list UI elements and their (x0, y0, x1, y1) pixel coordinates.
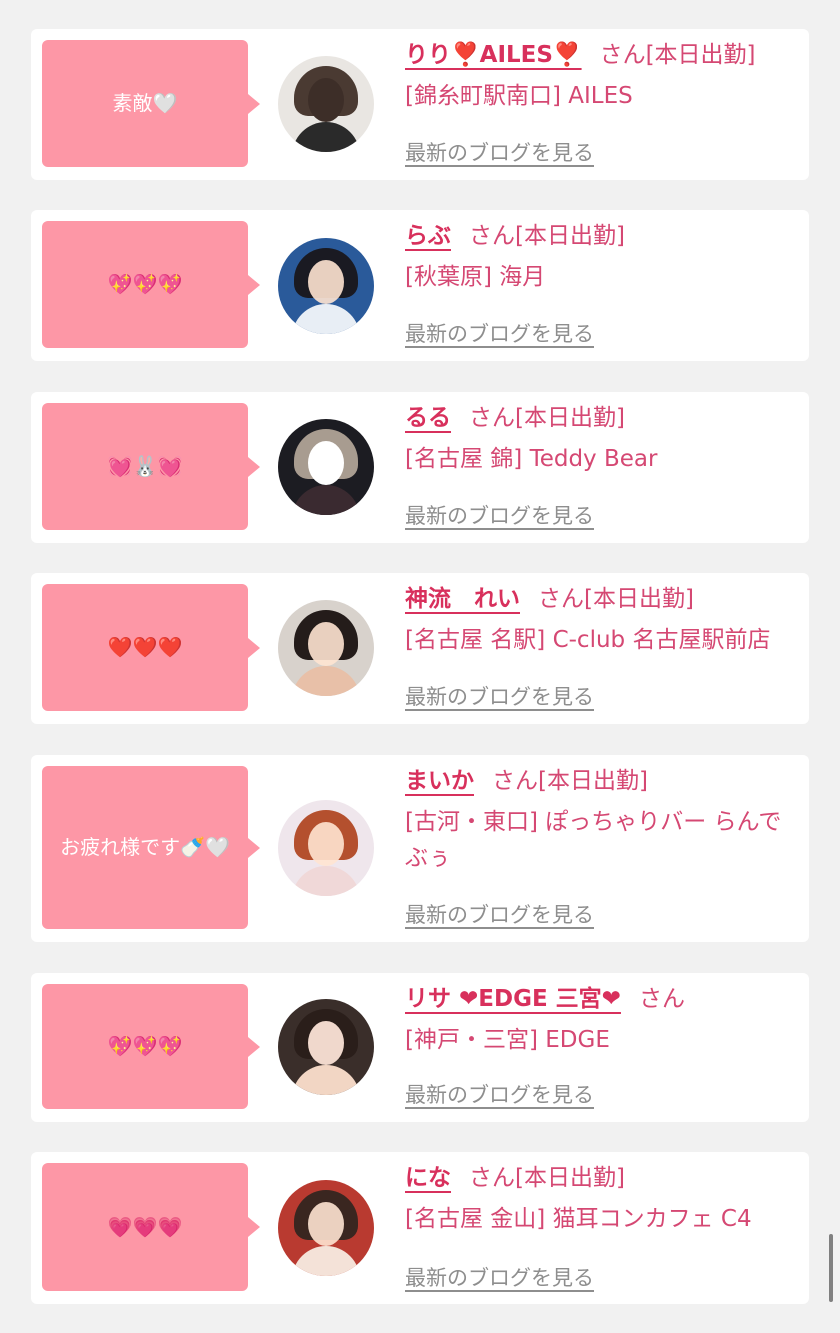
avatar[interactable] (278, 1180, 374, 1276)
cast-card: 素敵🤍 りり❣️AILES❣️ さん[本日出勤] [錦糸町駅南口] AILES 最… (31, 29, 809, 180)
message-bubble: 💗💗💗 (42, 1163, 260, 1291)
blog-link[interactable]: 最新のブログを見る (405, 1079, 594, 1109)
avatar[interactable] (278, 419, 374, 515)
shop-name: [神戸・三宮] EDGE (405, 1027, 610, 1053)
avatar[interactable] (278, 56, 374, 152)
honorific: さん (469, 405, 515, 431)
status-badge: [本日出勤] (515, 405, 625, 431)
cast-card: お疲れ様です🍼🤍 まいか さん[本日出勤] [古河・東口] ぽっちゃりバー らんで… (31, 755, 809, 942)
honorific: さん (538, 586, 584, 612)
message-bubble: ❤️❤️❤️ (42, 584, 260, 711)
blog-link[interactable]: 最新のブログを見る (405, 318, 594, 348)
cast-name-link[interactable]: 神流 れい (405, 586, 520, 612)
message-bubble: お疲れ様です🍼🤍 (42, 766, 260, 929)
shop-name: [古河・東口] ぽっちゃりバー らんでぶぅ (405, 809, 782, 871)
shop-name: [名古屋 金山] 猫耳コンカフェ C4 (405, 1206, 752, 1232)
blog-link[interactable]: 最新のブログを見る (405, 137, 594, 167)
cast-name-link[interactable]: るる (405, 405, 451, 431)
avatar[interactable] (278, 999, 374, 1095)
blog-link[interactable]: 最新のブログを見る (405, 681, 594, 711)
cast-card: 💖💖💖 リサ ❤EDGE 三宮❤ さん [神戸・三宮] EDGE 最新のブログを見… (31, 973, 809, 1122)
shop-name: [錦糸町駅南口] AILES (405, 83, 633, 109)
message-bubble: 💖💖💖 (42, 221, 260, 348)
scrollbar[interactable] (829, 1234, 833, 1302)
status-badge: [本日出勤] (538, 768, 648, 794)
cast-card: 💖💖💖 らぶ さん[本日出勤] [秋葉原] 海月 最新のブログを見る (31, 210, 809, 361)
shop-name: [名古屋 錦] Teddy Bear (405, 446, 658, 472)
honorific: さん (492, 768, 538, 794)
blog-link[interactable]: 最新のブログを見る (405, 500, 594, 530)
blog-link[interactable]: 最新のブログを見る (405, 1262, 594, 1292)
cast-name-link[interactable]: りり❣️AILES❣️ (405, 42, 582, 68)
cast-name-link[interactable]: リサ ❤EDGE 三宮❤ (405, 986, 621, 1012)
honorific: さん (469, 1165, 515, 1191)
cast-card: ❤️❤️❤️ 神流 れい さん[本日出勤] [名古屋 名駅] C-club 名古屋… (31, 573, 809, 724)
message-bubble: 💓🐰💓 (42, 403, 260, 530)
avatar[interactable] (278, 600, 374, 696)
shop-name: [秋葉原] 海月 (405, 264, 546, 290)
cast-name-link[interactable]: まいか (405, 768, 474, 794)
honorific: さん (469, 223, 515, 249)
cast-card: 💓🐰💓 るる さん[本日出勤] [名古屋 錦] Teddy Bear 最新のブログ… (31, 392, 809, 543)
cast-name-link[interactable]: にな (405, 1165, 451, 1191)
blog-link[interactable]: 最新のブログを見る (405, 899, 594, 929)
message-bubble: 💖💖💖 (42, 984, 260, 1109)
message-bubble: 素敵🤍 (42, 40, 260, 167)
status-badge: [本日出勤] (584, 586, 694, 612)
honorific: さん (638, 986, 685, 1012)
avatar[interactable] (278, 800, 374, 896)
shop-name: [名古屋 名駅] C-club 名古屋駅前店 (405, 627, 771, 653)
honorific: さん (599, 42, 646, 68)
cast-name-link[interactable]: らぶ (405, 223, 451, 249)
status-badge: [本日出勤] (515, 1165, 625, 1191)
status-badge: [本日出勤] (645, 42, 756, 68)
status-badge: [本日出勤] (515, 223, 625, 249)
cast-card: 💗💗💗 にな さん[本日出勤] [名古屋 金山] 猫耳コンカフェ C4 最新のブロ… (31, 1152, 809, 1304)
avatar[interactable] (278, 238, 374, 334)
